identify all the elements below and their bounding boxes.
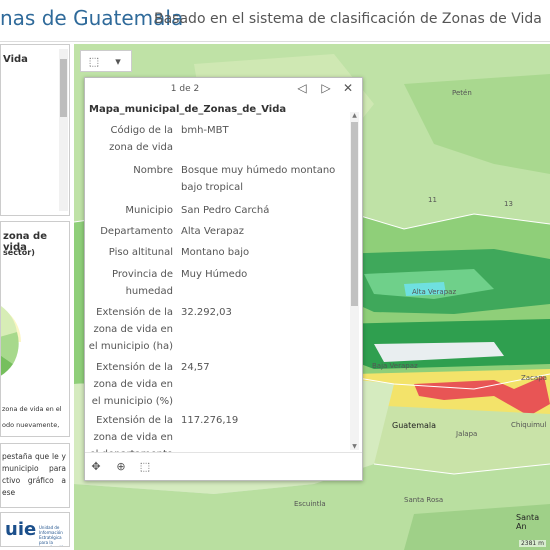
map-scale: 2381 m <box>518 540 546 547</box>
map-label-peten: Petén <box>452 89 472 97</box>
next-icon[interactable]: ▷ <box>319 81 333 95</box>
map-label-alta-verapaz: Alta Verapaz <box>412 288 457 296</box>
field-value: San Pedro Carchá <box>181 205 270 216</box>
popup-scroll-thumb[interactable] <box>351 122 358 306</box>
legend-scrollbar[interactable] <box>59 49 68 211</box>
map-label-santa-ana: Santa An <box>516 513 540 531</box>
uie-logo: uie <box>5 519 37 540</box>
field-value: 117.276,19 <box>181 415 239 426</box>
pie-chart[interactable] <box>1 294 70 414</box>
legend-panel: Vida <box>0 44 70 216</box>
scroll-down-icon[interactable]: ▼ <box>351 443 358 450</box>
field-value: bmh-MBT <box>181 125 229 136</box>
popup-scrollbar[interactable]: ▲ ▼ <box>350 112 359 450</box>
field-value: 32.292,03 <box>181 307 232 318</box>
field-value: 24,57 <box>181 362 210 373</box>
field-value: Montano bajo <box>181 247 250 258</box>
field-value: Muy Húmedo <box>181 269 248 280</box>
chevron-down-icon[interactable]: ▾ <box>109 54 127 70</box>
select-icon[interactable]: ⬚ <box>85 54 103 70</box>
map-label-route-11: 11 <box>428 196 437 204</box>
field-value: Bosque muy húmedo montano bajo tropical <box>181 165 336 193</box>
feature-popup: 1 de 2 ◁ ▷ ✕ Mapa_municipal_de_Zonas_de_… <box>84 77 363 481</box>
info-panel: pestaña que le y municipio para ctivo gr… <box>0 443 70 508</box>
logo-panel: uie Unidad de Información Estratégica pa… <box>0 512 70 547</box>
map-label-guatemala: Guatemala <box>392 421 437 430</box>
popup-title: Mapa_municipal_de_Zonas_de_Vida <box>89 104 287 115</box>
chart-panel-text-2: odo nuevamente, <box>2 421 60 429</box>
map-label-chiquimula: Chiquimul <box>511 421 547 429</box>
info-panel-text: pestaña que le y municipio para ctivo gr… <box>2 452 66 497</box>
field-key: Municipio <box>125 205 173 216</box>
map-label-santa-rosa: Santa Rosa <box>404 496 444 504</box>
chart-panel-subtitle: sector) <box>3 248 35 257</box>
legend-scroll-thumb[interactable] <box>60 59 67 117</box>
field-key: Código de la zona de vida <box>109 125 173 153</box>
field-key: Extensión de la zona de vida en el munic… <box>88 307 173 352</box>
legend-panel-title: Vida <box>3 54 28 65</box>
map-label-escuintla: Escuintla <box>294 500 326 508</box>
field-key: Provincia de humedad <box>112 269 173 297</box>
uie-logo-caption: Unidad de Información Estratégica para l… <box>39 525 66 546</box>
field-key: Extensión de la zona de vida en el munic… <box>91 362 173 407</box>
field-key: Piso altitunal <box>108 247 173 258</box>
chart-panel-text-1: zona de vida en el <box>2 405 62 413</box>
select-icon[interactable]: ⬚ <box>137 459 153 475</box>
scroll-up-icon[interactable]: ▲ <box>351 112 358 119</box>
map-label-jalapa: Jalapa <box>456 430 478 438</box>
popup-pager: 1 de 2 <box>170 84 200 94</box>
map-label-zacapa: Zacapa <box>521 374 547 382</box>
app-subtitle: Basado en el sistema de clasificación de… <box>154 11 542 27</box>
chart-panel: zona de vida sector) zona de vida en el … <box>0 221 70 437</box>
field-key: Extensión de la zona de vida en el depar… <box>89 415 173 452</box>
popup-footer: ✥ ⊕ ⬚ <box>85 452 362 480</box>
map-toolbar: ⬚ ▾ <box>80 50 132 72</box>
previous-icon[interactable]: ◁ <box>295 81 309 95</box>
app-header: nas de Guatemala Basado en el sistema de… <box>0 0 550 42</box>
field-value: Alta Verapaz <box>181 226 245 237</box>
field-key: Nombre <box>133 165 173 176</box>
map-label-route-13: 13 <box>504 200 513 208</box>
zoom-to-icon[interactable]: ⊕ <box>113 459 129 475</box>
field-key: Departamento <box>100 226 173 237</box>
popup-body: Código de la zona de vida bmh-MBT Nombre… <box>85 122 350 452</box>
move-icon[interactable]: ✥ <box>88 459 104 475</box>
map-label-baja-verapaz: Baja Verapaz <box>372 362 418 370</box>
close-icon[interactable]: ✕ <box>341 81 355 95</box>
